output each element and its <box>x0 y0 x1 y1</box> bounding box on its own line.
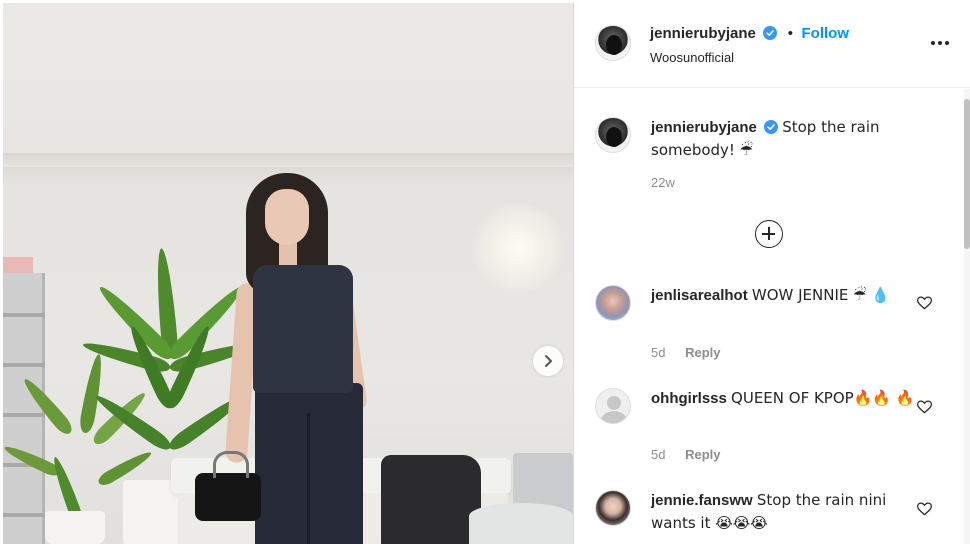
black-jacket <box>381 455 481 544</box>
commenter-avatar[interactable] <box>595 285 631 321</box>
caption: jennierubyjane Stop the rain somebody! ☔ <box>651 116 931 162</box>
separator-dot: • <box>787 25 794 42</box>
caption-author-avatar[interactable] <box>595 117 631 153</box>
caption-timestamp[interactable]: 22w <box>651 175 675 190</box>
author-line: jennierubyjane • Follow <box>650 25 849 43</box>
comment: jennie.fansww Stop the rain nini wants i… <box>651 489 931 535</box>
load-more-plus-icon[interactable] <box>755 220 783 248</box>
next-photo-button[interactable] <box>533 346 563 376</box>
reply-button[interactable]: Reply <box>685 345 720 360</box>
scrollbar-thumb[interactable] <box>964 99 970 249</box>
comment-meta: 5d Reply <box>651 345 721 360</box>
comment-text: QUEEN OF KPOP🔥🔥 🔥 <box>731 389 915 407</box>
post-side-panel: jennierubyjane • Follow Woosunofficial j… <box>573 3 970 544</box>
author-username[interactable]: jennierubyjane <box>650 25 756 42</box>
comment-meta: 5d Reply <box>651 447 721 462</box>
verified-badge-icon <box>763 26 778 40</box>
comment-username[interactable]: jennie.fansww <box>651 492 753 509</box>
handbag <box>195 451 261 521</box>
person-vest <box>253 265 353 393</box>
heart-icon[interactable] <box>916 502 933 516</box>
post-dialog: jennierubyjane • Follow Woosunofficial j… <box>0 0 970 544</box>
audio-or-location-link[interactable]: Woosunofficial <box>650 50 734 65</box>
comment-text: WOW JENNIE ☔ 💧 <box>751 286 891 304</box>
comment-username[interactable]: ohhgirlsss <box>651 390 727 407</box>
round-stand <box>469 503 573 544</box>
heart-icon[interactable] <box>916 400 933 414</box>
more-options-icon[interactable] <box>931 36 951 50</box>
follow-button[interactable]: Follow <box>802 25 850 42</box>
comment-timestamp[interactable]: 5d <box>651 345 665 360</box>
reply-button[interactable]: Reply <box>685 447 720 462</box>
post-photo[interactable] <box>3 3 573 544</box>
wall-lamp-glow <box>473 203 563 293</box>
comment-timestamp[interactable]: 5d <box>651 447 665 462</box>
comment: jenlisarealhot WOW JENNIE ☔ 💧 <box>651 284 931 307</box>
person-pants <box>255 383 363 544</box>
author-avatar[interactable] <box>595 25 631 61</box>
comment-username[interactable]: jenlisarealhot <box>651 287 748 304</box>
wall-molding <box>3 153 573 167</box>
comments-scrollbar[interactable] <box>964 89 970 544</box>
heart-icon[interactable] <box>916 296 933 310</box>
post-header: jennierubyjane • Follow Woosunofficial <box>574 3 970 88</box>
chevron-right-icon <box>545 355 552 367</box>
commenter-avatar[interactable] <box>595 388 631 424</box>
verified-badge-icon <box>764 120 779 134</box>
person-face <box>265 189 309 245</box>
caption-username[interactable]: jennierubyjane <box>651 119 757 136</box>
comment: ohhgirlsss QUEEN OF KPOP🔥🔥 🔥 <box>651 387 931 410</box>
commenter-avatar[interactable] <box>595 490 631 526</box>
